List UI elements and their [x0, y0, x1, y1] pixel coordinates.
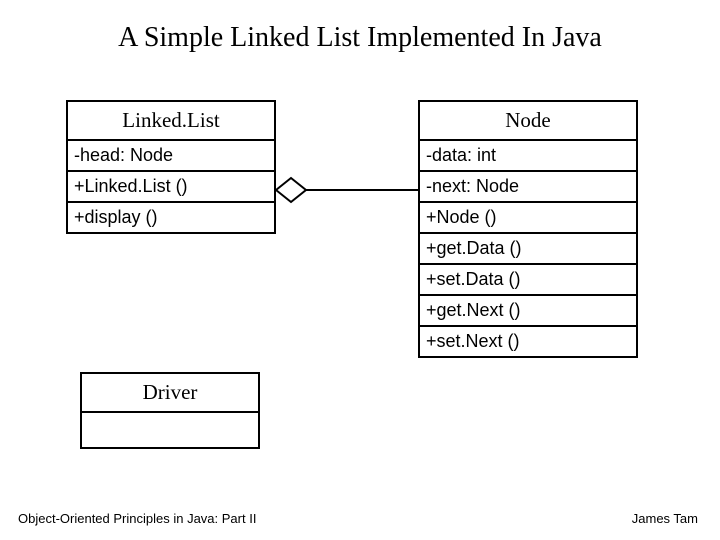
uml-class-node: Node -data: int -next: Node +Node () +ge…: [418, 100, 638, 358]
diamond-icon: [276, 178, 306, 202]
uml-class-linkedlist: Linked.List -head: Node +Linked.List () …: [66, 100, 276, 234]
uml-member: +display (): [68, 203, 274, 232]
page-title: A Simple Linked List Implemented In Java: [0, 22, 720, 54]
uml-member: +get.Next (): [420, 296, 636, 327]
uml-member: -next: Node: [420, 172, 636, 203]
aggregation-connector: [276, 170, 418, 210]
uml-member: +Linked.List (): [68, 172, 274, 203]
uml-empty-compartment: [82, 413, 258, 447]
uml-class-driver: Driver: [80, 372, 260, 449]
footer-left: Object-Oriented Principles in Java: Part…: [18, 511, 256, 526]
uml-member: +set.Data (): [420, 265, 636, 296]
uml-member: +get.Data (): [420, 234, 636, 265]
uml-member: -head: Node: [68, 141, 274, 172]
uml-member: +Node (): [420, 203, 636, 234]
uml-class-name: Driver: [82, 374, 258, 413]
uml-class-name: Node: [420, 102, 636, 141]
uml-class-name: Linked.List: [68, 102, 274, 141]
footer-right: James Tam: [632, 511, 698, 526]
uml-member: -data: int: [420, 141, 636, 172]
uml-member: +set.Next (): [420, 327, 636, 356]
